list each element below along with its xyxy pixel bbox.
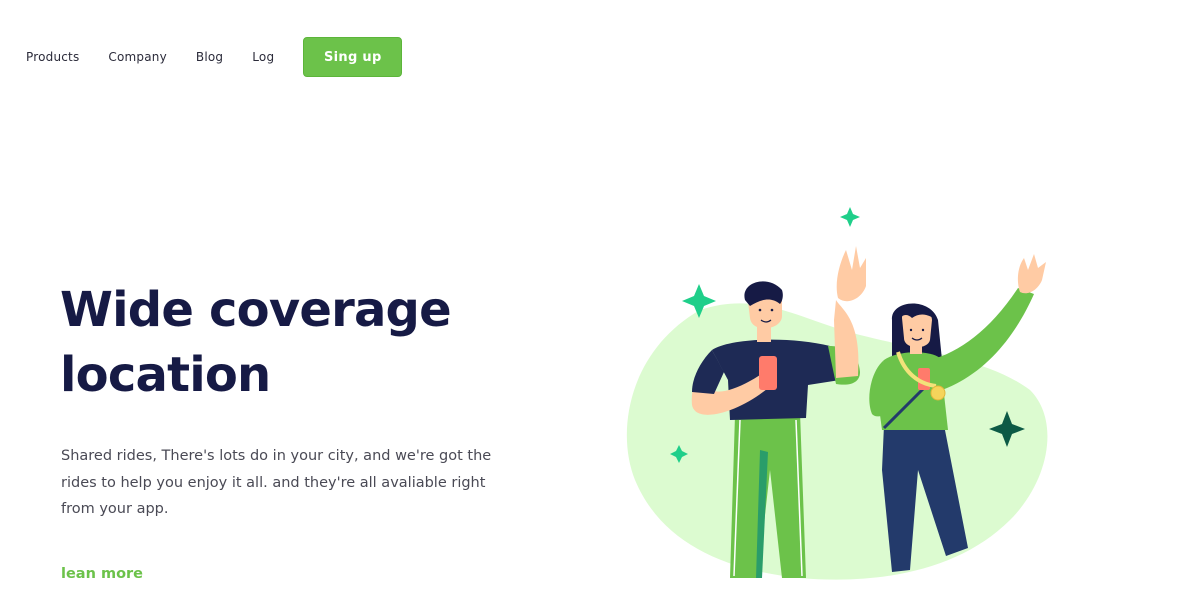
nav-link-products[interactable]: Products [26, 50, 79, 64]
hero-illustration [626, 207, 1048, 580]
nav-link-blog[interactable]: Blog [196, 50, 223, 64]
nav-link-company[interactable]: Company [108, 50, 167, 64]
nav-link-log[interactable]: Log [252, 50, 274, 64]
top-nav: Products Company Blog Log Sing up [26, 37, 403, 77]
learn-more-link[interactable]: lean more [61, 566, 143, 582]
sparkle-icon [840, 207, 860, 227]
signup-button[interactable]: Sing up [303, 37, 403, 77]
hero-title: Wide coverage location [60, 278, 520, 408]
hero-title-line-1: Wide coverage [60, 282, 452, 338]
hero-description: Shared rides, There's lots do in your ci… [61, 448, 492, 517]
hero-title-line-2: location [60, 347, 271, 403]
